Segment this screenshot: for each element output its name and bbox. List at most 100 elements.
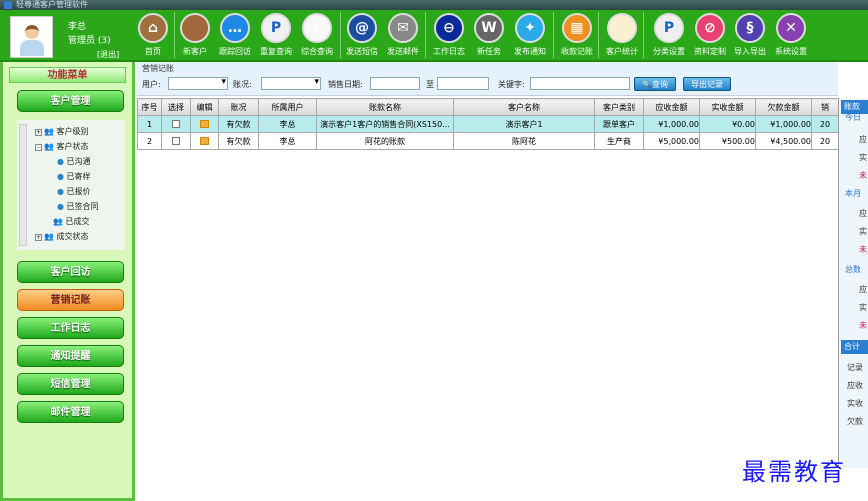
sidebar-customer-management[interactable]: 客户管理 (17, 90, 124, 112)
sidebar-button[interactable]: 短信管理 (17, 373, 124, 395)
main-panel: 营销记账 用户: 账况: 销售日期: 至 关键字: 🔍查询 导出记录 序号选择编… (137, 62, 839, 501)
table-cell[interactable]: 2 (137, 132, 162, 150)
expand-icon[interactable]: + (35, 129, 42, 136)
tree-node[interactable]: ● 已沟通 (57, 156, 91, 167)
tree-node[interactable]: + 👥 成交状态 (35, 231, 89, 242)
header: 李总 管理员 (3) [退出] ⌂ 首页 新客户 … 跟踪回访 P 重复查询 ⋮ 综合查询 @ 发送… (0, 10, 868, 62)
today-label: 今日 (845, 113, 861, 122)
edit-icon[interactable] (200, 120, 209, 128)
mail-icon: ✉ (388, 13, 418, 43)
tree-node[interactable]: 👥 已成交 (53, 216, 90, 227)
toolbar-label: 首页 (145, 47, 161, 56)
checkbox[interactable] (172, 137, 180, 145)
table-cell: 有欠款 (218, 115, 259, 133)
toolbar-tools-button[interactable]: ✕ 系统设置 (770, 13, 812, 57)
bullet-icon: ● (57, 202, 64, 211)
expand-icon[interactable]: + (35, 234, 42, 241)
collapse-icon[interactable]: - (35, 144, 42, 151)
column-header[interactable]: 欠款金额 (755, 98, 812, 116)
sum-received: 实收 (847, 399, 863, 408)
search-button[interactable]: 🔍查询 (634, 77, 676, 91)
date-from-input[interactable] (370, 77, 420, 90)
tree-scrollbar[interactable] (19, 124, 27, 246)
sidebar-button[interactable]: 邮件管理 (17, 401, 124, 423)
table-cell[interactable]: 1 (137, 115, 162, 133)
toolbar-notepad-button[interactable]: 客户统计 (601, 13, 643, 57)
select-checkbox[interactable] (161, 115, 191, 133)
column-header[interactable]: 实收金额 (699, 98, 756, 116)
p-icon: P (261, 13, 291, 43)
sidebar-button[interactable]: 通知提醒 (17, 345, 124, 367)
toolbar-label: 新任务 (477, 47, 501, 56)
tree-node[interactable]: ● 已签合同 (57, 201, 99, 212)
new-customer-icon (180, 13, 210, 43)
toolbar-custom-button[interactable]: ⊘ 资料定制 (689, 13, 731, 57)
table-cell: 陈阿花 (453, 132, 595, 150)
tree-node[interactable]: ● 已寄样 (57, 171, 91, 182)
table-cell: 生产商 (594, 132, 644, 150)
table-cell: 阿花的账款 (316, 132, 454, 150)
edit-cell[interactable] (190, 115, 219, 133)
notepad-icon (607, 13, 637, 43)
toolbar-task-button[interactable]: W 新任务 (468, 13, 510, 57)
toolbar-label: 收款记账 (561, 47, 593, 56)
select-checkbox[interactable] (161, 132, 191, 150)
custom-icon: ⊘ (695, 13, 725, 43)
table-cell: 演示客户1客户的销售合同(XS150... (316, 115, 454, 133)
today-unpaid: 未 (859, 171, 867, 180)
user-role: 管理员 (3) (68, 36, 111, 46)
user-select[interactable] (168, 77, 228, 90)
sidebar-button[interactable]: 工作日志 (17, 317, 124, 339)
column-header[interactable]: 序号 (137, 98, 162, 116)
toolbar-chat-button[interactable]: … 跟踪回访 (214, 13, 256, 57)
tree-node[interactable]: + 👥 客户级别 (35, 126, 89, 137)
column-header[interactable]: 选择 (161, 98, 191, 116)
table-cell: 20 (811, 115, 839, 133)
column-header[interactable]: 销 (811, 98, 839, 116)
tree-node[interactable]: ● 已报价 (57, 186, 91, 197)
toolbar-home-button[interactable]: ⌂ 首页 (132, 13, 174, 57)
column-header[interactable]: 应收金额 (643, 98, 700, 116)
table-row[interactable]: 2 有欠款 李总 阿花的账款 陈阿花 生产商 ¥5,000.00 ¥500.00 ¥4,500.… (137, 132, 839, 150)
toolbar-python-button[interactable]: § 导入导出 (729, 13, 771, 57)
column-header[interactable]: 编辑 (190, 98, 219, 116)
checkbox[interactable] (172, 120, 180, 128)
status-select[interactable] (261, 77, 321, 90)
title-bar: 轻尊通客户管理软件 (0, 0, 868, 10)
toolbar-accounting-button[interactable]: ▦ 收款记账 (556, 13, 598, 57)
toolbar-list-button[interactable]: ⋮ 综合查询 (296, 13, 338, 57)
month-paid: 实 (859, 227, 867, 236)
edit-icon[interactable] (200, 137, 209, 145)
edit-cell[interactable] (190, 132, 219, 150)
toolbar-new-customer-button[interactable]: 新客户 (174, 13, 216, 57)
column-header[interactable]: 所属用户 (258, 98, 317, 116)
toolbar-twitter-button[interactable]: ✦ 发布通知 (509, 13, 551, 57)
column-header[interactable]: 账况 (218, 98, 259, 116)
toolbar-log-button[interactable]: ⊖ 工作日志 (428, 13, 470, 57)
date-to-input[interactable] (437, 77, 489, 90)
toolbar-mail-button[interactable]: ✉ 发送邮件 (382, 13, 424, 57)
column-header[interactable]: 客户名称 (453, 98, 595, 116)
toolbar-p-button[interactable]: P 重复查询 (255, 13, 297, 57)
total-paid: 实 (859, 303, 867, 312)
toolbar-sms-button[interactable]: @ 发送短信 (341, 13, 383, 57)
today-paid: 实 (859, 153, 867, 162)
tree-label: 已签合同 (66, 202, 99, 211)
toolbar-label: 工作日志 (433, 47, 465, 56)
keyword-input[interactable] (530, 77, 630, 90)
user-name: 李总 (68, 22, 87, 32)
tree-node[interactable]: - 👥 客户状态 (35, 141, 89, 152)
sidebar-button[interactable]: 营销记账 (17, 289, 124, 311)
sidebar-button[interactable]: 客户回访 (17, 261, 124, 283)
column-header[interactable]: 账款名称 (316, 98, 454, 116)
user-label: 用户: (142, 80, 161, 89)
export-button[interactable]: 导出记录 (683, 77, 731, 91)
month-label: 本月 (845, 189, 861, 198)
column-header[interactable]: 客户类别 (594, 98, 644, 116)
logout-link[interactable]: [退出] (97, 49, 119, 60)
table-row[interactable]: 1 有欠款 李总 演示客户1客户的销售合同(XS150... 演示客户1 跟单客户 ¥1,0… (137, 115, 839, 133)
toolbar-label: 综合查询 (301, 47, 333, 56)
total-unpaid: 未 (859, 321, 867, 330)
toolbar-separator (598, 12, 599, 58)
toolbar-p-button[interactable]: P 分类设置 (648, 13, 690, 57)
